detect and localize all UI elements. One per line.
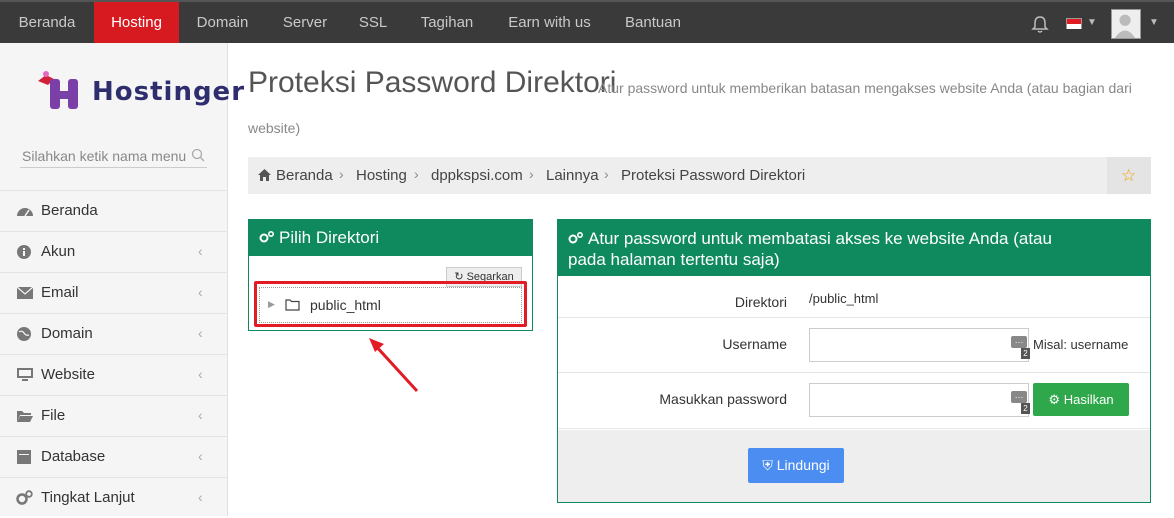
generate-password-button[interactable]: ⚙ Hasilkan xyxy=(1033,383,1129,416)
info-icon xyxy=(17,245,31,259)
generate-label: Hasilkan xyxy=(1063,392,1114,407)
search-icon xyxy=(191,148,205,162)
chevron-left-icon: ‹ xyxy=(198,489,203,505)
chevron-left-icon: ‹ xyxy=(198,284,203,300)
top-navigation: Beranda Hosting Domain Server SSL Tagiha… xyxy=(0,0,1174,43)
panel-title-line1: Atur password untuk membatasi akses ke w… xyxy=(588,229,1052,248)
sidebar-item-file[interactable]: File ‹ xyxy=(0,395,228,436)
sidebar-item-label: Website xyxy=(41,366,95,383)
sidebar-item-label: Database xyxy=(41,448,106,465)
directory-value: /public_html xyxy=(809,291,879,306)
nav-ssl[interactable]: SSL xyxy=(344,2,402,43)
hostinger-logo[interactable]: Hostinger xyxy=(32,65,244,115)
sidebar-item-label: Tingkat Lanjut xyxy=(41,489,135,506)
logo-text: Hostinger xyxy=(92,77,246,107)
password-label: Masukkan password xyxy=(659,391,787,407)
username-hint: Misal: username xyxy=(1033,337,1129,352)
page-subtitle: Atur password untuk memberikan batasan m… xyxy=(598,80,1132,96)
nav-beranda[interactable]: Beranda xyxy=(0,2,94,43)
panel-header: Pilih Direktori xyxy=(249,220,532,256)
cogs-icon xyxy=(259,230,275,243)
envelope-icon xyxy=(16,286,34,299)
sidebar-item-database[interactable]: Database ‹ xyxy=(0,436,228,477)
protect-button[interactable]: ⛨ Lindungi xyxy=(748,448,844,483)
sidebar-menu: Beranda Akun ‹ Email ‹ Domain ‹ Website … xyxy=(0,190,228,518)
protect-label: Lindungi xyxy=(776,457,830,473)
gear-icon: ⚙ xyxy=(1048,392,1061,407)
sidebar-item-label: Akun xyxy=(41,243,76,260)
star-icon: ☆ xyxy=(1121,166,1137,185)
breadcrumb-separator: › xyxy=(604,166,609,182)
chevron-left-icon: ‹ xyxy=(198,407,203,423)
bell-icon[interactable] xyxy=(1030,14,1050,34)
panel-header: Atur password untuk membatasi akses ke w… xyxy=(558,220,1150,276)
globe-icon xyxy=(17,327,31,341)
annotation-arrow-icon xyxy=(369,338,419,393)
sidebar: Hostinger Silahkan ketik nama menu Beran… xyxy=(0,43,244,518)
breadcrumb-current: Proteksi Password Direktori xyxy=(621,167,806,184)
language-flag-icon[interactable] xyxy=(1066,18,1082,29)
favorite-button[interactable]: ☆ xyxy=(1107,157,1151,194)
user-avatar[interactable] xyxy=(1111,9,1141,39)
sidebar-item-label: Email xyxy=(41,284,79,301)
breadcrumb-beranda[interactable]: Beranda xyxy=(276,167,333,184)
panel-title-line2: pada halaman tertentu saja) xyxy=(568,250,780,269)
sidebar-item-tingkat-lanjut[interactable]: Tingkat Lanjut ‹ xyxy=(0,477,228,518)
sidebar-item-domain[interactable]: Domain ‹ xyxy=(0,313,228,354)
folder-open-icon xyxy=(17,411,33,422)
search-placeholder: Silahkan ketik nama menu xyxy=(22,148,187,164)
monitor-icon xyxy=(17,368,33,381)
chevron-left-icon: ‹ xyxy=(198,243,203,259)
password-protect-panel: Atur password untuk membatasi akses ke w… xyxy=(557,219,1151,503)
sidebar-item-label: Domain xyxy=(41,325,93,342)
breadcrumb-lainnya[interactable]: Lainnya xyxy=(546,167,599,184)
username-input[interactable] xyxy=(809,328,1029,362)
page-subtitle-continued: website) xyxy=(248,120,301,136)
nav-server[interactable]: Server xyxy=(266,2,344,43)
password-row: Masukkan password … 2 ⚙ Hasilkan xyxy=(558,373,1150,429)
panel-title: Atur password untuk membatasi akses ke w… xyxy=(568,228,1150,249)
database-icon xyxy=(17,450,31,464)
breadcrumb-domain[interactable]: dppkspsi.com xyxy=(431,167,523,184)
chevron-left-icon: ‹ xyxy=(198,366,203,382)
breadcrumb: Beranda › Hosting › dppkspsi.com › Lainn… xyxy=(248,157,1151,194)
chevron-left-icon: ‹ xyxy=(198,325,203,341)
highlight-box xyxy=(254,281,527,327)
directory-row: Direktori /public_html xyxy=(558,276,1150,318)
breadcrumb-separator: › xyxy=(414,166,419,182)
sidebar-item-email[interactable]: Email ‹ xyxy=(0,272,228,313)
directory-label: Direktori xyxy=(734,294,787,310)
nav-hosting[interactable]: Hosting xyxy=(94,2,179,43)
breadcrumb-separator: › xyxy=(529,166,534,182)
sidebar-item-label: Beranda xyxy=(41,202,98,219)
home-icon xyxy=(258,169,271,181)
cogs-icon xyxy=(568,231,584,244)
nav-tagihan[interactable]: Tagihan xyxy=(402,2,492,43)
nav-earn-with-us[interactable]: Earn with us xyxy=(492,2,607,43)
panel-title: Pilih Direktori xyxy=(279,228,380,247)
password-manager-icon[interactable]: … 2 xyxy=(1011,391,1030,421)
menu-search-input[interactable]: Silahkan ketik nama menu xyxy=(20,144,207,168)
password-input[interactable] xyxy=(809,383,1029,417)
sidebar-item-label: File xyxy=(41,407,66,424)
chevron-down-icon: ▼ xyxy=(1087,17,1097,28)
shield-icon: ⛨ xyxy=(762,457,773,473)
sidebar-item-beranda[interactable]: Beranda xyxy=(0,190,228,231)
username-row: Username … 2 Misal: username xyxy=(558,318,1150,373)
password-manager-icon[interactable]: … 2 xyxy=(1011,336,1030,366)
panel-footer: ⛨ Lindungi xyxy=(558,430,1150,502)
breadcrumb-separator: › xyxy=(339,166,344,182)
username-label: Username xyxy=(722,336,787,352)
nav-bantuan[interactable]: Bantuan xyxy=(607,2,699,43)
nav-domain[interactable]: Domain xyxy=(179,2,266,43)
cogs-icon xyxy=(16,490,33,505)
dashboard-icon xyxy=(17,208,33,217)
page-title: Proteksi Password Direktori xyxy=(248,66,617,99)
sidebar-item-akun[interactable]: Akun ‹ xyxy=(0,231,228,272)
chevron-down-icon: ▼ xyxy=(1149,17,1159,28)
breadcrumb-hosting[interactable]: Hosting xyxy=(356,167,407,184)
sidebar-item-website[interactable]: Website ‹ xyxy=(0,354,228,395)
chevron-left-icon: ‹ xyxy=(198,448,203,464)
